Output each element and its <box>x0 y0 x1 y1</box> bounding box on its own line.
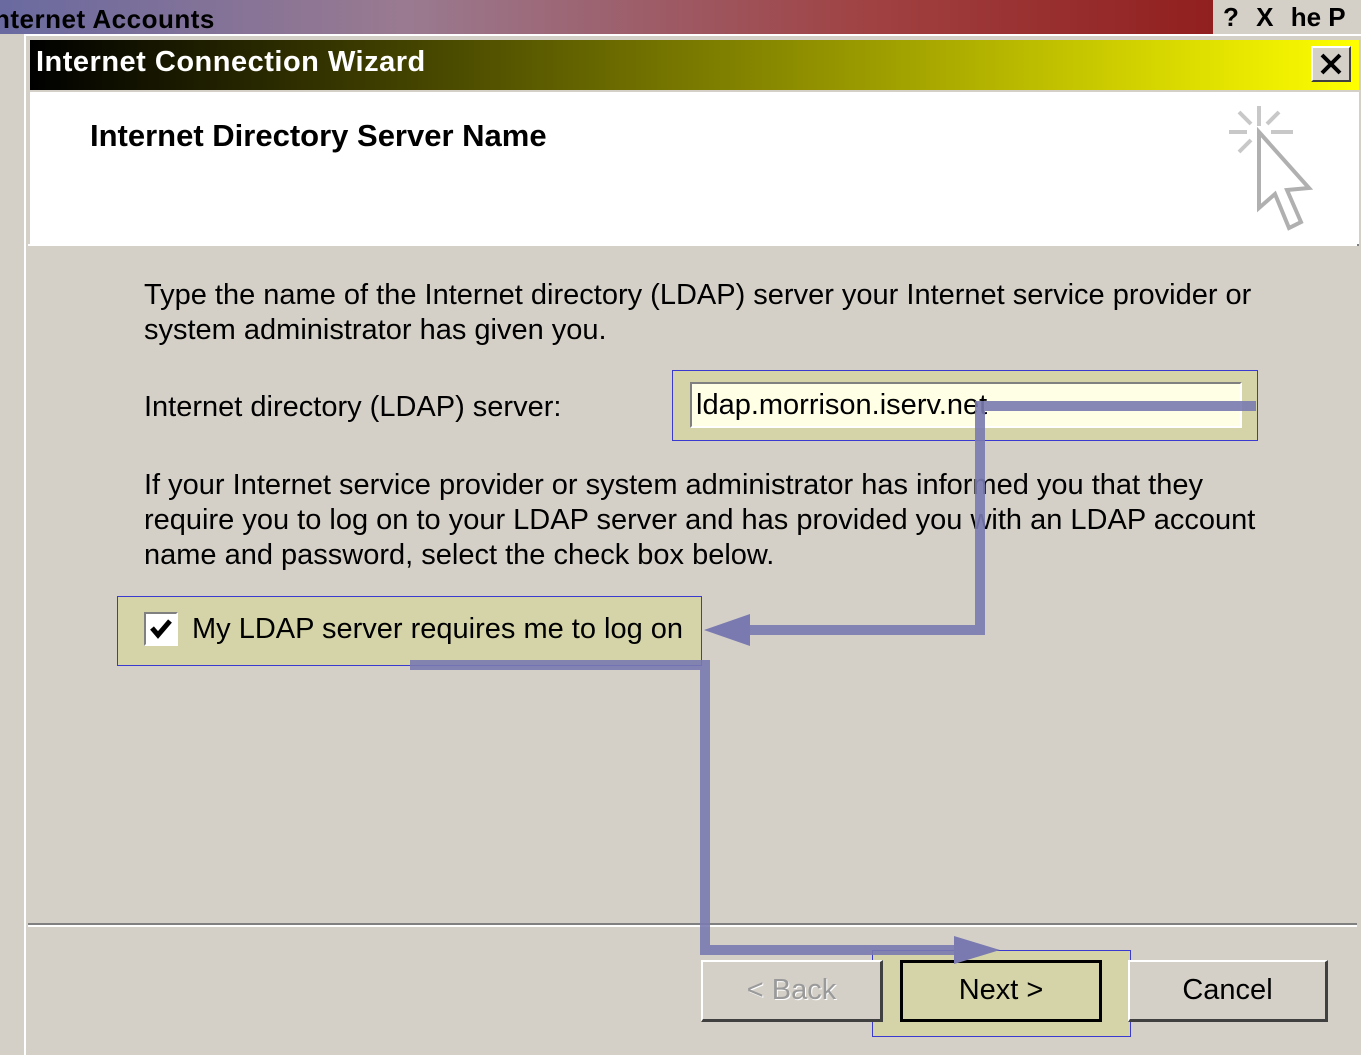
ldap-logon-checkbox[interactable] <box>144 612 178 646</box>
dialog-titlebar[interactable]: Internet Connection Wizard <box>30 40 1359 90</box>
wizard-header: Internet Directory Server Name <box>30 92 1359 246</box>
server-label: Internet directory (LDAP) server: <box>144 391 562 423</box>
button-divider-highlight <box>28 925 1357 927</box>
close-button[interactable] <box>1311 46 1351 82</box>
wizard-cursor-icon <box>1229 106 1314 231</box>
parent-window-text-fragment: he P <box>1290 2 1346 32</box>
ldap-server-input[interactable] <box>690 382 1242 428</box>
parent-window-edge <box>0 34 26 1055</box>
info-text: If your Internet service provider or sys… <box>144 468 1255 573</box>
parent-window-titlebar: nternet Accounts ? X he P <box>0 0 1361 34</box>
description-line: Type the name of the Internet directory … <box>144 279 1252 311</box>
checkbox-label[interactable]: My LDAP server requires me to log on <box>192 612 683 647</box>
parent-window-controls: ? X he P <box>1213 0 1361 34</box>
info-line: name and password, select the check box … <box>144 539 775 571</box>
close-icon <box>1320 53 1342 75</box>
info-line: require you to log on to your LDAP serve… <box>144 504 1256 536</box>
page-title: Internet Directory Server Name <box>90 118 547 153</box>
back-button[interactable]: < Back <box>701 960 883 1022</box>
description-line: system administrator has given you. <box>144 314 607 346</box>
parent-help-button[interactable]: ? <box>1223 0 1239 34</box>
description-text: Type the name of the Internet directory … <box>144 278 1251 348</box>
info-line: If your Internet service provider or sys… <box>144 469 1203 501</box>
cancel-button[interactable]: Cancel <box>1128 960 1328 1022</box>
parent-close-button[interactable]: X <box>1256 0 1273 34</box>
header-divider <box>28 244 1357 246</box>
checkmark-icon <box>150 619 172 639</box>
next-button[interactable]: Next > <box>900 960 1102 1022</box>
dialog-title: Internet Connection Wizard <box>36 46 426 78</box>
parent-window-title: nternet Accounts <box>0 4 215 34</box>
